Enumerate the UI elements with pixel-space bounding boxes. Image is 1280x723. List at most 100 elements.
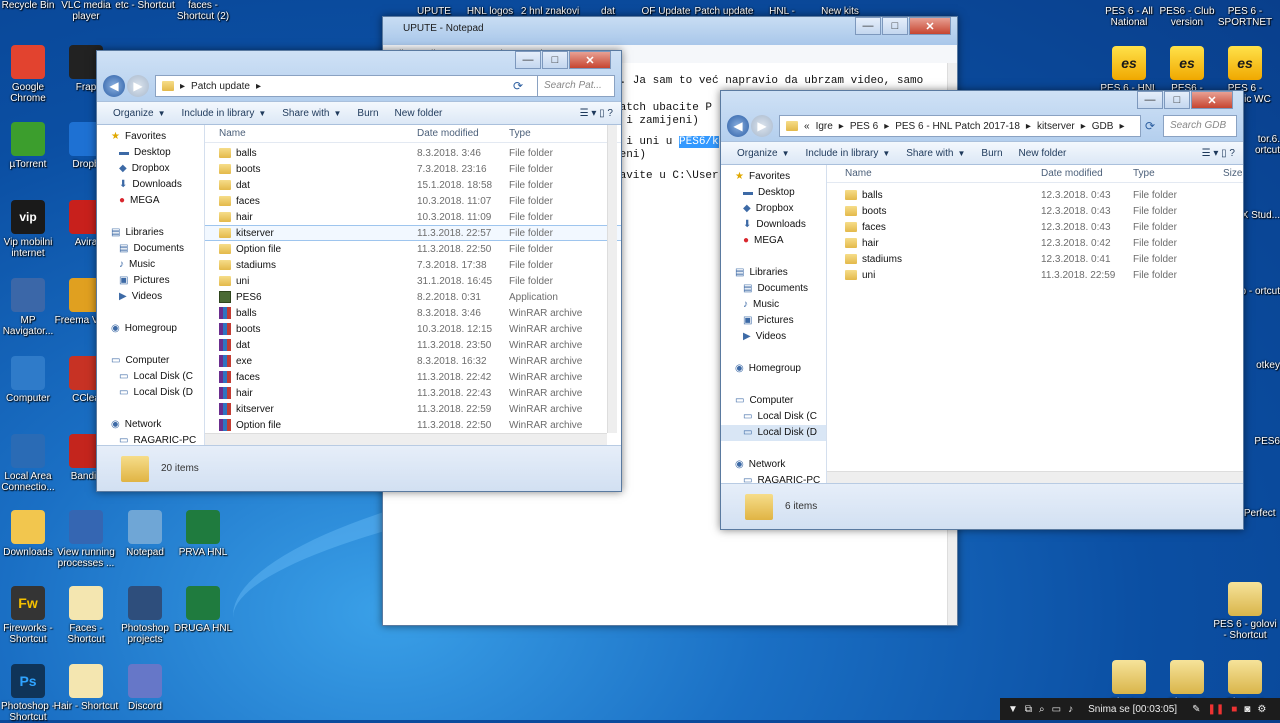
desktop-icon[interactable]: Faces - Shortcut <box>53 586 119 645</box>
file-row[interactable]: stadiums 12.3.2018. 0:41 File folder <box>827 251 1243 267</box>
nav-item[interactable]: ▬ Desktop <box>97 145 204 161</box>
settings-icon[interactable]: ⚙ <box>1257 704 1266 715</box>
minimize-icon[interactable]: — <box>1137 91 1163 109</box>
file-row[interactable]: dat 15.1.2018. 18:58 File folder <box>205 177 621 193</box>
audio-icon[interactable]: ♪ <box>1068 704 1073 715</box>
minimize-icon[interactable]: — <box>855 17 881 35</box>
explorer-titlebar[interactable]: — □ ✕ ◀ ▶ « Igre ▸ PES 6 ▸ PES 6 - HNL Patch 20… <box>721 91 1243 141</box>
desktop-icon[interactable]: PES 6 - golovi - Shortcut <box>1212 582 1278 641</box>
column-name[interactable]: Name <box>845 168 1041 179</box>
desktop-icon[interactable]: faces - Shortcut (2) <box>170 0 236 22</box>
nav-item[interactable]: ◆ Dropbox <box>97 161 204 177</box>
desktop-icon[interactable]: etc - Shortcut <box>112 0 178 11</box>
notepad-titlebar[interactable]: UPUTE - Notepad — □ ✕ <box>383 17 957 45</box>
address-bar[interactable]: ▸ Patch update ▸ ▾ <box>155 75 555 97</box>
desktop-icon[interactable]: View running processes ... <box>53 510 119 569</box>
nav-item[interactable]: ▭ Computer <box>721 393 826 409</box>
maximize-icon[interactable]: □ <box>882 17 908 35</box>
column-type[interactable]: Type <box>1133 168 1223 179</box>
back-icon[interactable]: ◀ <box>727 115 749 137</box>
breadcrumb-item[interactable]: kitserver <box>1037 121 1075 132</box>
nav-item[interactable]: ▭ Local Disk (D <box>97 385 204 401</box>
search-input[interactable]: Search GDB <box>1163 115 1237 137</box>
nav-item[interactable]: ● MEGA <box>721 233 826 249</box>
nav-item[interactable]: ▭ Computer <box>97 353 204 369</box>
refresh-icon[interactable]: ⟳ <box>1145 119 1155 133</box>
desktop-icon[interactable]: PRVA HNL <box>170 510 236 558</box>
file-row[interactable]: boots 10.3.2018. 12:15 WinRAR archive <box>205 321 621 337</box>
nav-item[interactable]: ★ Favorites <box>97 129 204 145</box>
maximize-icon[interactable]: □ <box>1164 91 1190 109</box>
maximize-icon[interactable]: □ <box>542 51 568 69</box>
explorer-titlebar[interactable]: —□✕ ◀ ▶ ▸ Patch update ▸ ▾ ⟳ Search Pat.… <box>97 51 621 101</box>
forward-icon[interactable]: ▶ <box>127 75 149 97</box>
desktop-icon[interactable]: PES6 - Club version <box>1154 6 1220 28</box>
desktop-icon[interactable]: Hair - Shortcut <box>53 664 119 712</box>
nav-item[interactable]: ● MEGA <box>97 193 204 209</box>
refresh-icon[interactable]: ⟳ <box>513 79 523 93</box>
column-name[interactable]: Name <box>219 128 417 139</box>
desktop-icon[interactable]: Recycle Bin <box>0 0 61 11</box>
back-icon[interactable]: ◀ <box>103 75 125 97</box>
nav-item[interactable]: ▣ Pictures <box>97 273 204 289</box>
desktop-icon[interactable]: µTorrent <box>0 122 61 170</box>
close-icon[interactable]: ✕ <box>569 51 611 69</box>
forward-icon[interactable]: ▶ <box>751 115 773 137</box>
desktop-icon[interactable]: Fw Fireworks - Shortcut <box>0 586 61 645</box>
file-row[interactable]: kitserver 11.3.2018. 22:59 WinRAR archive <box>205 401 621 417</box>
file-row[interactable]: Option file 11.3.2018. 22:50 WinRAR archiv… <box>205 417 621 433</box>
nav-item[interactable]: ♪ Music <box>97 257 204 273</box>
desktop-icon[interactable]: Photoshop projects <box>112 586 178 645</box>
camera-icon[interactable]: ◙ <box>1244 704 1250 715</box>
desktop-icon[interactable]: Downloads <box>0 510 61 558</box>
file-row[interactable]: hair 11.3.2018. 22:43 WinRAR archive <box>205 385 621 401</box>
file-row[interactable]: Option file 11.3.2018. 22:50 File folder <box>205 241 621 257</box>
nav-item[interactable]: ◉ Homegroup <box>97 321 204 337</box>
file-row[interactable]: boots 7.3.2018. 23:16 File folder <box>205 161 621 177</box>
file-row[interactable]: hair 10.3.2018. 11:09 File folder <box>205 209 621 225</box>
breadcrumb-item[interactable]: PES 6 - HNL Patch 2017-18 <box>895 121 1020 132</box>
toolbar-button[interactable]: Burn <box>981 148 1002 159</box>
breadcrumb-item[interactable]: PES 6 <box>850 121 878 132</box>
desktop-icon[interactable]: MP Navigator... <box>0 278 61 337</box>
toolbar-button[interactable]: Include in library ▼ <box>182 108 267 119</box>
desktop-icon[interactable]: Ps Photoshop - Shortcut <box>0 664 61 723</box>
nav-item[interactable]: ▬ Desktop <box>721 185 826 201</box>
file-row[interactable]: boots 12.3.2018. 0:43 File folder <box>827 203 1243 219</box>
nav-item[interactable]: ◉ Network <box>97 417 204 433</box>
breadcrumb-item[interactable]: GDB <box>1092 121 1114 132</box>
minimize-icon[interactable]: — <box>515 51 541 69</box>
toolbar-button[interactable]: Burn <box>357 108 378 119</box>
file-row[interactable]: PES6 8.2.2018. 0:31 Application <box>205 289 621 305</box>
file-row[interactable]: stadiums 7.3.2018. 17:38 File folder <box>205 257 621 273</box>
desktop-icon[interactable]: Google Chrome <box>0 45 61 104</box>
breadcrumb-item[interactable]: « <box>804 121 810 132</box>
desktop-icon[interactable]: Notepad <box>112 510 178 558</box>
nav-item[interactable]: ◉ Homegroup <box>721 361 826 377</box>
toolbar-button[interactable]: Include in library ▼ <box>806 148 891 159</box>
desktop-icon[interactable]: Discord <box>112 664 178 712</box>
toolbar-button[interactable]: New folder <box>395 108 443 119</box>
nav-item[interactable]: ♪ Music <box>721 297 826 313</box>
nav-item[interactable]: ▤ Documents <box>97 241 204 257</box>
toolbar-button[interactable]: Share with ▼ <box>906 148 965 159</box>
desktop-icon[interactable]: Local Area Connectio... <box>0 434 61 493</box>
window-icon[interactable]: ⧉ <box>1025 704 1032 715</box>
file-row[interactable]: faces 11.3.2018. 22:42 WinRAR archive <box>205 369 621 385</box>
vertical-scrollbar[interactable] <box>607 125 617 433</box>
nav-item[interactable]: ▤ Libraries <box>97 225 204 241</box>
search-input[interactable]: Search Pat... <box>537 75 615 97</box>
toolbar-button[interactable]: Organize ▼ <box>737 148 790 159</box>
file-row[interactable]: balls 8.3.2018. 3:46 WinRAR archive <box>205 305 621 321</box>
nav-item[interactable]: ▤ Libraries <box>721 265 826 281</box>
toolbar-button[interactable]: New folder <box>1019 148 1067 159</box>
column-date[interactable]: Date modified <box>417 128 509 139</box>
file-row[interactable]: faces 10.3.2018. 11:07 File folder <box>205 193 621 209</box>
nav-item[interactable]: ⬇ Downloads <box>97 177 204 193</box>
nav-item[interactable]: ▤ Documents <box>721 281 826 297</box>
file-row[interactable]: uni 11.3.2018. 22:59 File folder <box>827 267 1243 283</box>
pen-icon[interactable]: ✎ <box>1192 704 1200 715</box>
desktop-icon[interactable]: DRUGA HNL <box>170 586 236 634</box>
nav-item[interactable]: ▭ RAGARIC-PC <box>721 473 826 483</box>
desktop-icon[interactable]: Computer <box>0 356 61 404</box>
